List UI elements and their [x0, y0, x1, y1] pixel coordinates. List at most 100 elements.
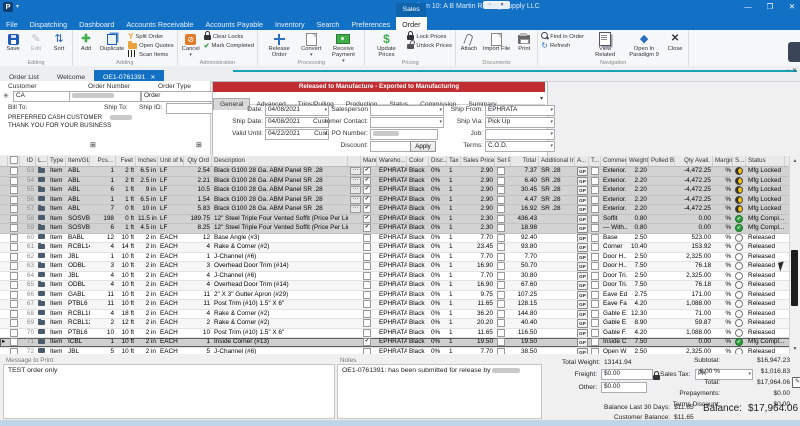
- manu-checkbox[interactable]: ✔: [363, 195, 371, 204]
- table-row[interactable]: 62 Item JBL 1 10 ft 2 in EACH 1 J-Channel (#6) EP…: [0, 252, 790, 262]
- cell-setpr[interactable]: [495, 319, 511, 328]
- cell-t[interactable]: [589, 205, 601, 214]
- row-checkbox[interactable]: [10, 347, 18, 354]
- column-header-qty[interactable]: Qty Ord: [184, 156, 212, 166]
- column-header-tax[interactable]: Tax: [447, 156, 461, 166]
- column-header-item[interactable]: Item/GL ID: [66, 156, 90, 166]
- row-checkbox[interactable]: [10, 186, 18, 194]
- cell-setpr[interactable]: [495, 214, 511, 224]
- cell-t[interactable]: [589, 271, 601, 281]
- split-order-button[interactable]: Y Split Order: [128, 32, 173, 41]
- cell-manu[interactable]: [361, 300, 377, 309]
- manu-checkbox[interactable]: ✔: [363, 224, 371, 232]
- row-checkbox[interactable]: [10, 281, 18, 289]
- cell-manu[interactable]: ✔: [361, 338, 377, 347]
- cell-t[interactable]: [589, 281, 601, 290]
- column-header-wt[interactable]: Weight: [627, 156, 649, 166]
- table-row[interactable]: 59 Item SOSVBLLF 6 1 ft 4.5 in LF 8.25 12" Steel…: [0, 224, 790, 234]
- cell-setpr[interactable]: [495, 205, 511, 214]
- table-row[interactable]: 55 Item ABL 6 1 ft 9 in LF 10.5 Black G100 28 Ga…: [0, 186, 790, 196]
- cell-t[interactable]: [589, 252, 601, 262]
- cell-dots[interactable]: [348, 243, 361, 252]
- line-options-button[interactable]: …: [350, 195, 361, 204]
- cell-t[interactable]: [589, 319, 601, 328]
- pane-pin-close-icons[interactable]: − ✕: [787, 67, 797, 74]
- order-number-field[interactable]: [69, 91, 141, 102]
- column-header-cmt[interactable]: Comment: [601, 156, 627, 166]
- cell-cb[interactable]: [8, 300, 20, 309]
- cell-t[interactable]: [589, 290, 601, 300]
- cell-t[interactable]: [589, 309, 601, 319]
- select-all-checkbox[interactable]: [10, 156, 18, 165]
- close-button[interactable]: ✕ Close: [665, 31, 685, 53]
- cell-dots[interactable]: …: [348, 176, 361, 186]
- cell-cb[interactable]: [8, 195, 20, 205]
- column-header-manu[interactable]: Manu: [361, 156, 377, 166]
- manu-checkbox[interactable]: [363, 233, 371, 242]
- job-combobox[interactable]: [485, 129, 555, 140]
- manu-checkbox[interactable]: [363, 309, 371, 318]
- column-header-fold[interactable]: L...: [36, 156, 48, 166]
- cell-dots[interactable]: [348, 300, 361, 309]
- line-options-button[interactable]: …: [350, 167, 361, 175]
- table-row[interactable]: 72 Item JBL 5 10 ft 2 in EACH 5 J-Channel (#6) EP…: [0, 347, 790, 354]
- cell-t[interactable]: [589, 233, 601, 243]
- column-header-desc[interactable]: Description: [212, 156, 348, 166]
- cell-t[interactable]: [589, 328, 601, 338]
- cell-dots[interactable]: [348, 272, 361, 281]
- maximize-button[interactable]: ❐: [760, 0, 780, 13]
- table-row[interactable]: 60 Item BABL 12 10 ft 2 in EACH 12 Base Angle (#…: [0, 233, 790, 243]
- column-header-gp[interactable]: A...: [575, 156, 589, 166]
- row-checkbox[interactable]: [10, 338, 18, 346]
- manu-checkbox[interactable]: [363, 271, 371, 280]
- row-checkbox[interactable]: [10, 319, 18, 327]
- cell-cb[interactable]: [8, 186, 20, 195]
- row-checkbox[interactable]: [10, 195, 18, 204]
- column-header-status[interactable]: Status: [746, 156, 785, 166]
- manu-checkbox[interactable]: ✔: [363, 167, 371, 175]
- cell-cb[interactable]: [8, 233, 20, 243]
- find-in-order-button[interactable]: Find in Order: [541, 32, 584, 41]
- table-row[interactable]: 53 Item ABL 1 2 ft 6.5 in LF 2.54 Black G100 28 …: [0, 167, 790, 177]
- cell-dots[interactable]: [348, 253, 361, 262]
- row-checkbox[interactable]: [10, 252, 18, 261]
- column-header-setpr[interactable]: Set Pr...: [495, 156, 511, 166]
- column-header-avail[interactable]: Qty Avail.: [675, 156, 713, 166]
- customer-settings-icon[interactable]: ✳: [3, 92, 9, 100]
- cell-manu[interactable]: [361, 271, 377, 281]
- cell-t[interactable]: [589, 167, 601, 176]
- vertical-scrollbar[interactable]: ▲ ▼: [789, 156, 800, 354]
- cell-cb[interactable]: [8, 328, 20, 338]
- cell-cb[interactable]: [8, 252, 20, 262]
- ship-from-combobox[interactable]: EPHRATA: [485, 105, 555, 116]
- cell-manu[interactable]: [361, 262, 377, 271]
- cell-cb[interactable]: [8, 214, 20, 224]
- row-checkbox[interactable]: [10, 300, 18, 308]
- cell-t[interactable]: [589, 243, 601, 252]
- line-options-button[interactable]: …: [350, 205, 361, 213]
- manu-checkbox[interactable]: ✔: [363, 186, 371, 194]
- cell-setpr[interactable]: [495, 224, 511, 233]
- table-row[interactable]: 57 Item ABL 7 0 ft 10 in LF 5.83 Black G100 28 G…: [0, 205, 790, 215]
- cell-dots[interactable]: [348, 319, 361, 328]
- cell-manu[interactable]: ✔: [361, 214, 377, 224]
- column-header-t[interactable]: T...: [589, 156, 601, 166]
- cell-manu[interactable]: ✔: [361, 195, 377, 205]
- cell-manu[interactable]: ✔: [361, 176, 377, 186]
- cell-t[interactable]: [589, 176, 601, 186]
- refresh-button[interactable]: ↻ Refresh: [541, 41, 584, 50]
- cell-setpr[interactable]: [495, 328, 511, 338]
- cell-manu[interactable]: [361, 233, 377, 243]
- edit-button[interactable]: ✎ Edit: [26, 31, 46, 53]
- manu-checkbox[interactable]: [363, 300, 371, 308]
- table-row[interactable]: 67 Item PTBL6 11 10 ft 2 in EACH 11 Post Trim (#…: [0, 300, 790, 310]
- cell-setpr[interactable]: [495, 233, 511, 243]
- column-header-sic[interactable]: S...: [733, 156, 746, 166]
- ship-to-expand-icon[interactable]: ⊞: [196, 141, 202, 149]
- open-quotes-button[interactable]: Open Quotes: [128, 40, 174, 50]
- column-header-margin[interactable]: Margin: [713, 156, 733, 166]
- cell-dots[interactable]: [348, 329, 361, 338]
- column-header-dots[interactable]: [348, 156, 361, 166]
- cell-dots[interactable]: [348, 215, 361, 224]
- column-header-inch[interactable]: Inches: [136, 156, 158, 166]
